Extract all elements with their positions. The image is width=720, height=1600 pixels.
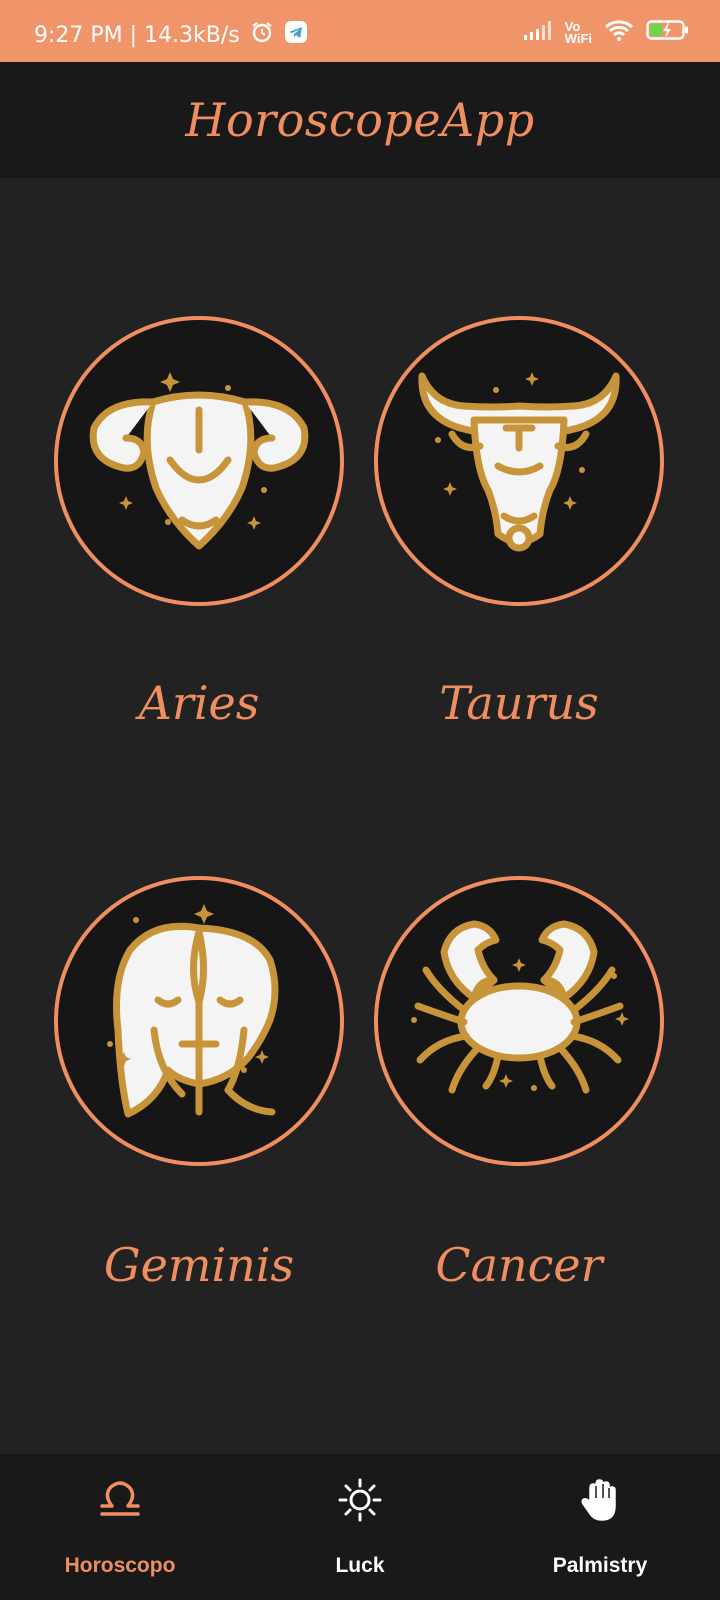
sign-card-cancer[interactable]: Cancer	[362, 876, 664, 1296]
signs-grid: Aries Taurus Geminis Cancer	[0, 178, 720, 1454]
sign-card-geminis[interactable]: Geminis	[42, 876, 344, 1296]
status-bar: 9:27 PM | 14.3kB/s Vo WiFi	[0, 0, 720, 62]
wifi-icon	[604, 18, 634, 47]
sign-circle-taurus[interactable]	[374, 316, 664, 606]
libra-icon	[100, 1481, 140, 1516]
taurus-bull-icon	[418, 372, 620, 552]
sign-card-aries[interactable]: Aries	[42, 316, 344, 736]
vowifi-icon: Vo WiFi	[564, 20, 592, 46]
nav-item-horoscopo[interactable]: Horoscopo	[0, 1454, 240, 1600]
battery-charging-icon	[646, 18, 690, 47]
sign-name: Geminis	[103, 1238, 295, 1292]
nav-label: Luck	[335, 1554, 385, 1577]
bottom-nav: Horoscopo Luck Palmistry	[0, 1454, 720, 1600]
hand-icon	[581, 1479, 616, 1521]
sign-name: Cancer	[435, 1238, 603, 1292]
sign-circle-cancer[interactable]	[374, 876, 664, 1166]
sign-name: Aries	[138, 676, 260, 730]
app-bar: HoroscopeApp	[0, 62, 720, 178]
gemini-face-icon	[107, 904, 279, 1118]
status-left: 9:27 PM | 14.3kB/s	[34, 20, 308, 50]
sign-card-taurus[interactable]: Taurus	[362, 316, 664, 736]
vowifi-bottom-text: WiFi	[564, 30, 592, 46]
nav-label: Horoscopo	[64, 1554, 176, 1577]
sign-circle-aries[interactable]	[54, 316, 344, 606]
cancer-crab-icon	[411, 920, 629, 1094]
nav-label: Palmistry	[552, 1554, 648, 1577]
app-title: HoroscopeApp	[185, 93, 535, 147]
aries-ram-icon	[89, 372, 309, 550]
sign-circle-geminis[interactable]	[54, 876, 344, 1166]
signal-icon	[523, 19, 553, 46]
telegram-icon	[284, 20, 308, 50]
sign-name: Taurus	[439, 676, 599, 730]
nav-item-palmistry[interactable]: Palmistry	[480, 1454, 720, 1600]
alarm-icon	[250, 20, 274, 50]
status-time-speed: 9:27 PM | 14.3kB/s	[34, 22, 240, 48]
status-right: Vo WiFi	[523, 18, 690, 47]
nav-item-luck[interactable]: Luck	[240, 1454, 480, 1600]
sun-icon	[338, 1478, 382, 1522]
